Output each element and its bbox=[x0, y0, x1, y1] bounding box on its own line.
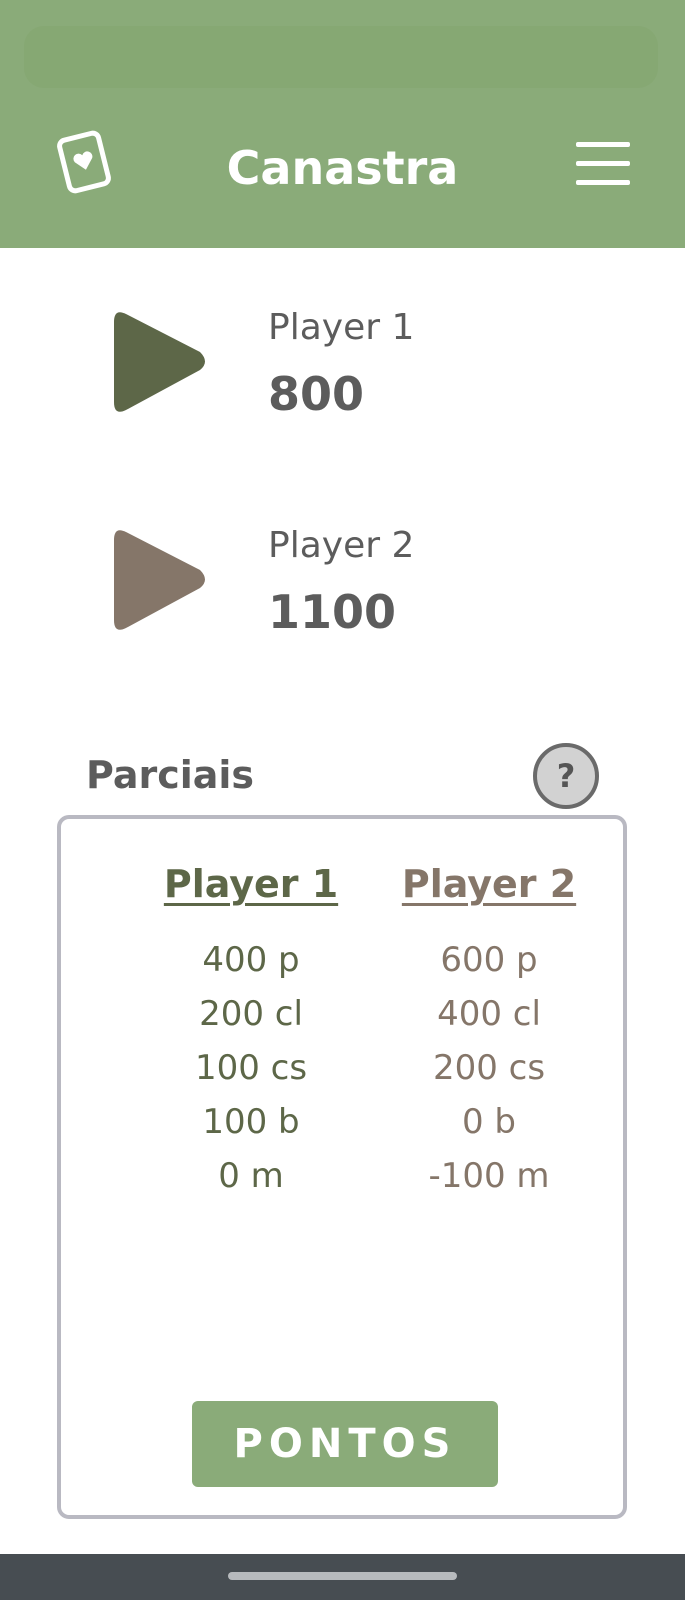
app-header: Canastra bbox=[0, 0, 685, 248]
player-score: 800 bbox=[268, 367, 365, 421]
partials-list: 400 p 200 cl 100 cs 100 b 0 m bbox=[136, 933, 366, 1203]
partial-item: 100 b bbox=[202, 1102, 300, 1142]
partials-column-player-1: Player 1 400 p 200 cl 100 cs 100 b 0 m bbox=[136, 857, 366, 1203]
home-indicator[interactable] bbox=[228, 1572, 457, 1580]
partial-item: 200 cs bbox=[432, 1048, 546, 1088]
parciais-panel: Player 1 400 p 200 cl 100 cs 100 b 0 m P… bbox=[57, 815, 627, 1519]
player-name: Player 1 bbox=[268, 307, 415, 348]
play-triangle-icon[interactable] bbox=[112, 308, 212, 416]
parciais-title: Parciais bbox=[86, 753, 255, 797]
partials-list: 600 p 400 cl 200 cs 0 b -100 m bbox=[374, 933, 604, 1203]
partial-item: 100 cs bbox=[194, 1048, 308, 1088]
partial-item: 0 b bbox=[461, 1102, 517, 1142]
partial-item: -100 m bbox=[428, 1156, 550, 1196]
partial-item: 400 cl bbox=[437, 994, 541, 1034]
partial-item: 200 cl bbox=[199, 994, 303, 1034]
player-score: 1100 bbox=[268, 585, 397, 639]
partials-column-player-2: Player 2 600 p 400 cl 200 cs 0 b -100 m bbox=[374, 857, 604, 1203]
partial-item: 600 p bbox=[440, 940, 538, 980]
partials-header-player-1[interactable]: Player 1 bbox=[164, 857, 338, 911]
partials-header-player-2[interactable]: Player 2 bbox=[402, 857, 576, 911]
player-row-1: Player 1 800 bbox=[0, 300, 685, 430]
status-bar bbox=[24, 26, 658, 88]
partial-item: 400 p bbox=[202, 940, 300, 980]
player-row-2: Player 2 1100 bbox=[0, 518, 685, 648]
system-nav-bar bbox=[0, 1554, 685, 1600]
help-button[interactable]: ? bbox=[533, 743, 599, 809]
partial-item: 0 m bbox=[218, 1156, 284, 1196]
hamburger-menu-icon[interactable] bbox=[572, 138, 634, 190]
pontos-button[interactable]: PONTOS bbox=[192, 1401, 498, 1487]
play-triangle-icon[interactable] bbox=[112, 526, 212, 634]
player-name: Player 2 bbox=[268, 525, 415, 566]
